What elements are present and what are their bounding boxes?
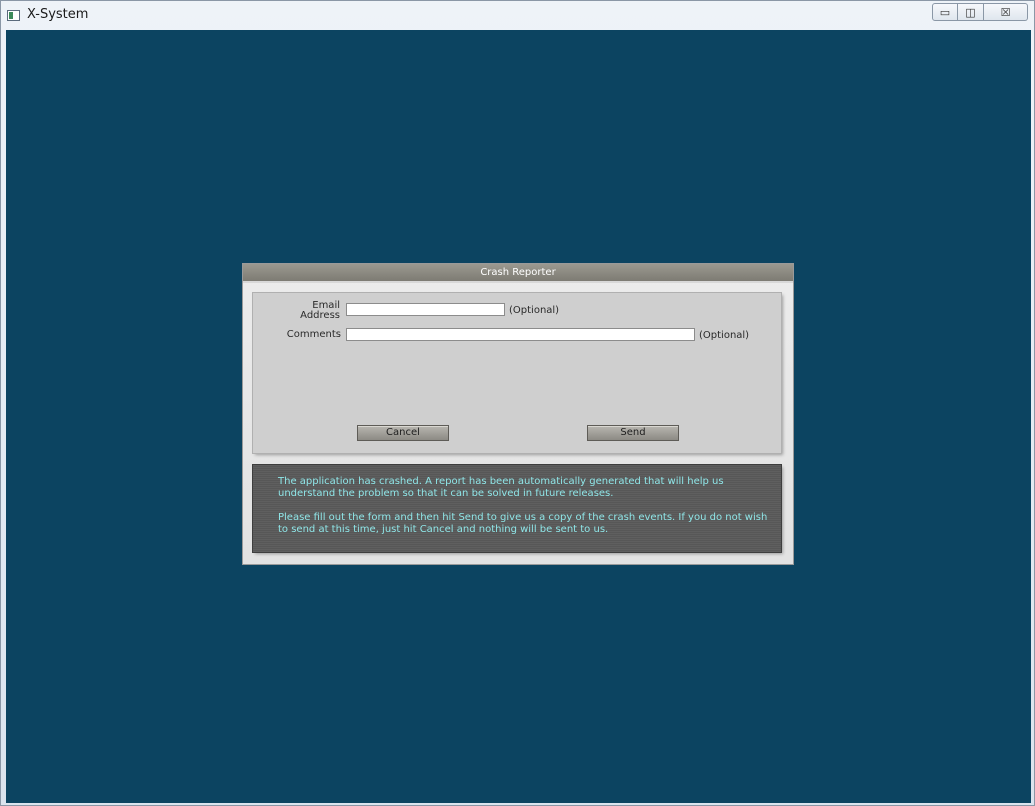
title-bar[interactable]: X-System ▭ ◫ ☒ (1, 1, 1034, 30)
comments-optional-note: (Optional) (699, 330, 750, 341)
form-panel: Email Address (Optional) Comments (Optio… (253, 293, 781, 453)
comments-field[interactable] (346, 328, 695, 341)
crash-message-text: The application has crashed. A report ha… (278, 476, 724, 499)
app-icon (7, 10, 20, 21)
caption-buttons: ▭ ◫ ☒ (932, 3, 1028, 21)
crash-message-panel: The application has crashed. A report ha… (253, 465, 781, 552)
minimize-icon: ▭ (939, 5, 951, 19)
instructions-text: Please fill out the form and then hit Se… (278, 512, 768, 535)
app-window: X-System ▭ ◫ ☒ Crash Reporter Email Addr… (0, 0, 1035, 806)
window-title: X-System (27, 7, 89, 22)
crash-reporter-dialog: Crash Reporter Email Address (Optional) … (243, 264, 793, 564)
client-area: Crash Reporter Email Address (Optional) … (6, 30, 1031, 803)
email-field[interactable] (346, 303, 505, 316)
close-button[interactable]: ☒ (984, 3, 1028, 21)
email-optional-note: (Optional) (509, 305, 560, 316)
email-label-line2: Address (300, 310, 340, 321)
email-label: Email Address (297, 301, 340, 321)
maximize-icon: ◫ (965, 5, 976, 19)
maximize-button[interactable]: ◫ (958, 3, 984, 21)
send-button[interactable]: Send (587, 425, 679, 441)
comments-label: Comments (286, 329, 341, 340)
cancel-button[interactable]: Cancel (357, 425, 449, 441)
dialog-title: Crash Reporter (243, 264, 793, 283)
minimize-button[interactable]: ▭ (932, 3, 958, 21)
close-icon: ☒ (1000, 5, 1011, 19)
